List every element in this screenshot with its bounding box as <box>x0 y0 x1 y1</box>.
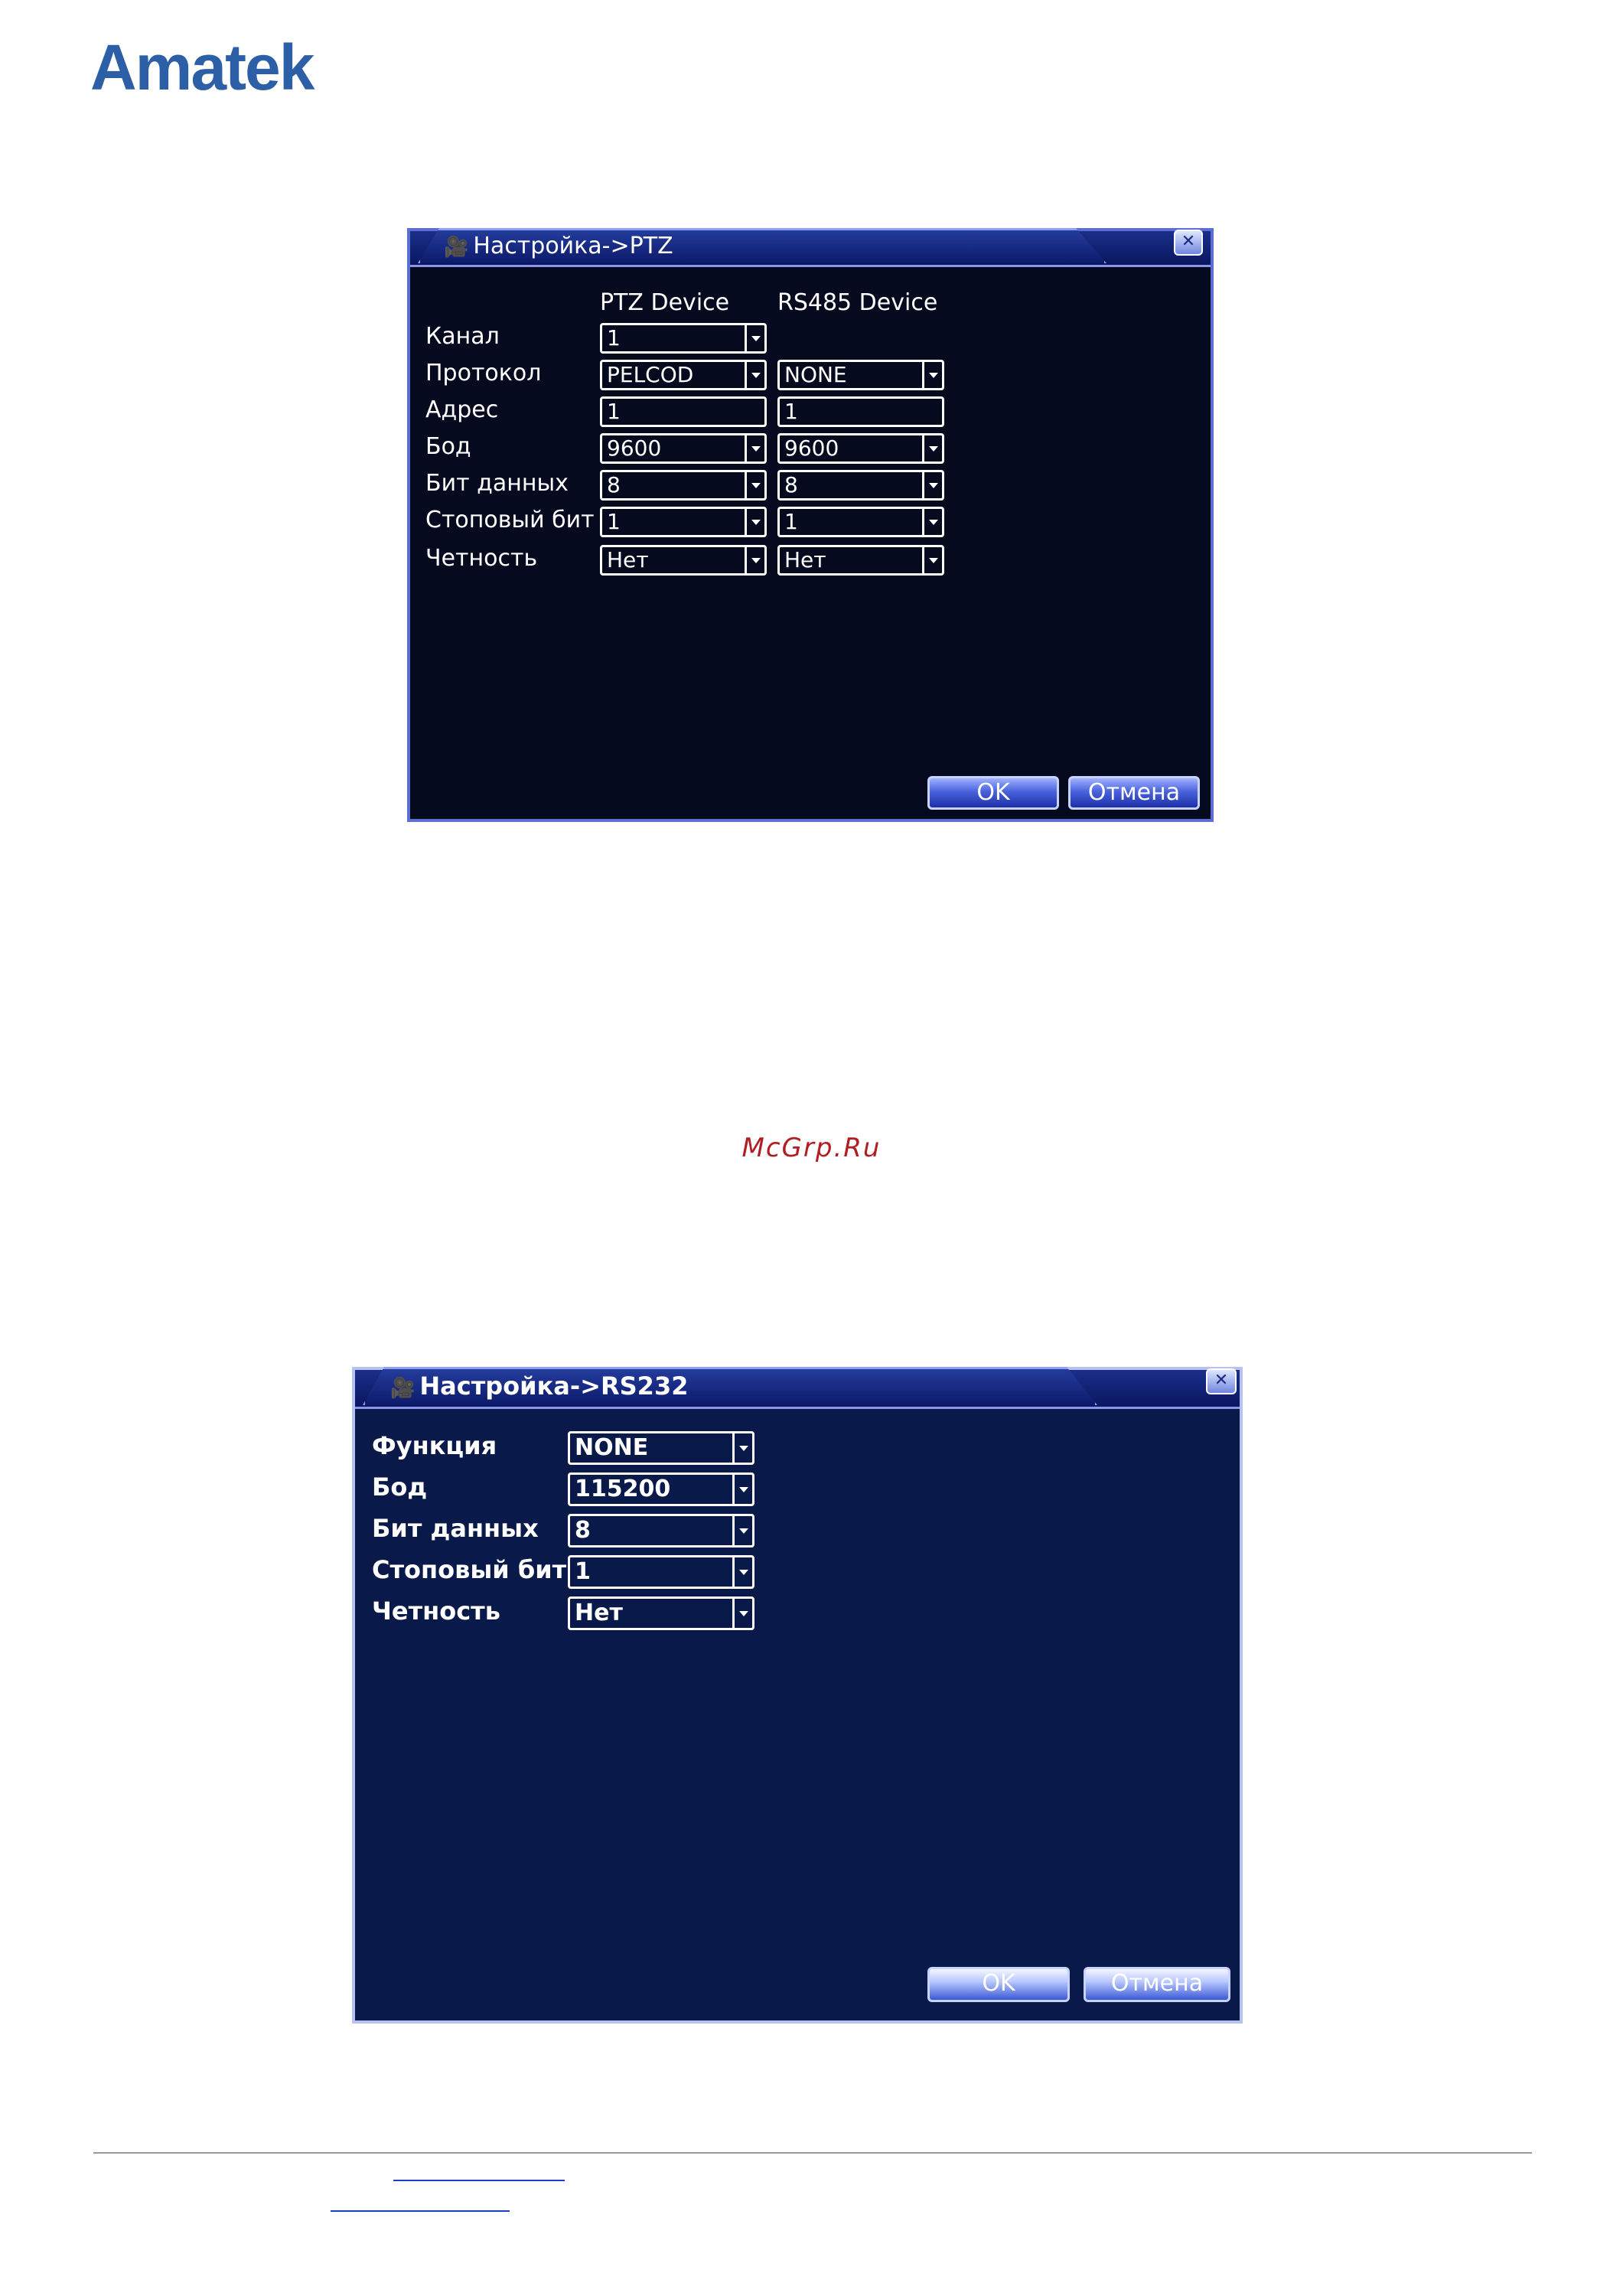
ptz-data-bits-select[interactable]: 8 <box>600 470 767 501</box>
chevron-down-icon <box>922 435 942 461</box>
chevron-down-icon <box>745 362 764 388</box>
footer-link-underline[interactable] <box>393 2180 565 2181</box>
label-data-bits: Бит данных <box>372 1514 539 1543</box>
rs232-stop-bit-select[interactable]: 1 <box>568 1555 754 1589</box>
rs485-protocol-select[interactable]: NONE <box>777 360 944 390</box>
chevron-down-icon <box>732 1516 752 1545</box>
label-address: Адрес <box>425 396 499 423</box>
chevron-down-icon <box>732 1599 752 1628</box>
rs232-dialog-title: 🎥 Настройка->RS232 <box>390 1371 689 1401</box>
footer-link-underline[interactable] <box>331 2210 510 2212</box>
chevron-down-icon <box>745 435 764 461</box>
ptz-parity-select[interactable]: Нет <box>600 545 767 576</box>
ptz-channel-select[interactable]: 1 <box>600 323 767 354</box>
chevron-down-icon <box>732 1475 752 1504</box>
close-button[interactable]: ✕ <box>1174 230 1203 256</box>
rs485-baud-select[interactable]: 9600 <box>777 433 944 464</box>
chevron-down-icon <box>745 325 764 351</box>
amatek-logo: Amatek <box>90 31 314 103</box>
chevron-down-icon <box>745 472 764 498</box>
chevron-down-icon <box>745 547 764 573</box>
cancel-button[interactable]: Отмена <box>1084 1967 1230 2002</box>
close-icon: ✕ <box>1181 232 1196 251</box>
column-header-ptz-device: PTZ Device <box>600 289 730 316</box>
label-baud: Бод <box>372 1473 428 1502</box>
label-parity: Четность <box>425 545 538 572</box>
label-parity: Четность <box>372 1596 500 1626</box>
rs232-baud-select[interactable]: 115200 <box>568 1473 754 1506</box>
chevron-down-icon <box>922 509 942 535</box>
chevron-down-icon <box>922 547 942 573</box>
label-data-bits: Бит данных <box>425 470 569 497</box>
ok-button[interactable]: OK <box>927 776 1059 810</box>
camera-icon: 🎥 <box>444 236 469 259</box>
column-header-rs485-device: RS485 Device <box>777 289 938 316</box>
camera-icon: 🎥 <box>390 1377 416 1400</box>
label-baud: Бод <box>425 433 471 460</box>
rs485-data-bits-select[interactable]: 8 <box>777 470 944 501</box>
rs232-data-bits-select[interactable]: 8 <box>568 1514 754 1548</box>
chevron-down-icon <box>745 509 764 535</box>
label-function: Функция <box>372 1431 497 1460</box>
rs485-address-input[interactable]: 1 <box>777 396 944 427</box>
rs485-stop-bit-select[interactable]: 1 <box>777 507 944 537</box>
ptz-baud-select[interactable]: 9600 <box>600 433 767 464</box>
chevron-down-icon <box>732 1433 752 1463</box>
ptz-protocol-select[interactable]: PELCOD <box>600 360 767 390</box>
ptz-address-input[interactable]: 1 <box>600 396 767 427</box>
rs232-function-select[interactable]: NONE <box>568 1431 754 1465</box>
label-stop-bit: Стоповый бит <box>372 1555 567 1584</box>
watermark: McGrp.Ru <box>741 1133 882 1163</box>
cancel-button[interactable]: Отмена <box>1068 776 1200 810</box>
chevron-down-icon <box>732 1557 752 1587</box>
close-icon: ✕ <box>1214 1371 1229 1390</box>
ptz-settings-dialog: 🎥 Настройка->PTZ ✕ PTZ Device RS485 Devic… <box>407 228 1214 822</box>
chevron-down-icon <box>922 362 942 388</box>
label-stop-bit: Стоповый бит <box>425 507 595 533</box>
ptz-dialog-title: 🎥 Настройка->PTZ <box>444 233 673 259</box>
close-button[interactable]: ✕ <box>1206 1368 1237 1394</box>
footer-divider <box>93 2152 1532 2154</box>
label-protocol: Протокол <box>425 360 542 386</box>
rs232-settings-dialog: 🎥 Настройка->RS232 ✕ Функция NONE Бод 115… <box>352 1367 1243 2024</box>
rs232-parity-select[interactable]: Нет <box>568 1596 754 1630</box>
rs485-parity-select[interactable]: Нет <box>777 545 944 576</box>
label-channel: Канал <box>425 323 500 350</box>
chevron-down-icon <box>922 472 942 498</box>
ok-button[interactable]: OK <box>927 1967 1070 2002</box>
ptz-stop-bit-select[interactable]: 1 <box>600 507 767 537</box>
